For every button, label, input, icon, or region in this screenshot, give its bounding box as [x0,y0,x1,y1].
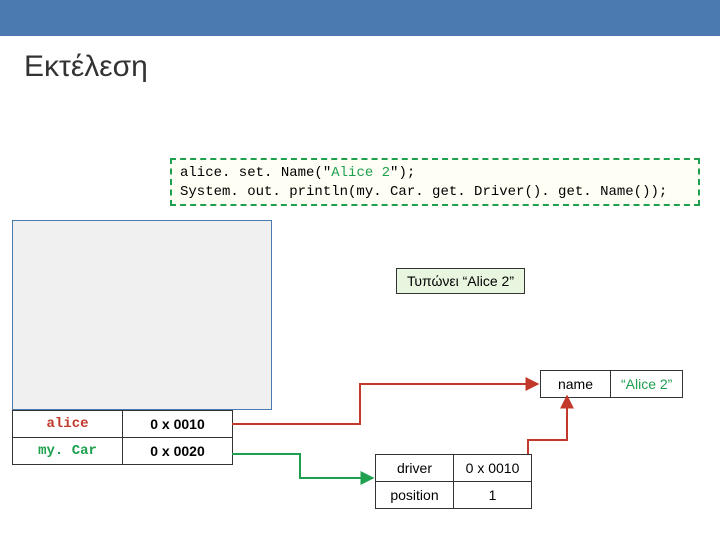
code-line-1b: "); [390,165,415,181]
code-line-2: System. out. println(my. Car. get. Drive… [180,184,667,200]
var-addr-mycar: 0 x 0020 [123,438,233,465]
name-object-table: name “Alice 2” [540,370,683,398]
arrow-driver-to-name [528,396,567,454]
code-string-literal: Alice 2 [331,165,390,181]
name-field-label: name [541,371,611,398]
position-field-value: 1 [454,482,532,509]
arrow-mycar-to-object [232,454,373,478]
variable-table: alice 0 x 0010 my. Car 0 x 0020 [12,410,233,465]
var-addr-alice: 0 x 0010 [123,411,233,438]
top-bar [0,0,720,36]
code-line-1a: alice. set. Name(" [180,165,331,181]
var-name-alice: alice [13,411,123,438]
table-row: my. Car 0 x 0020 [13,438,233,465]
arrow-alice-to-name [232,384,538,424]
driver-field-value: 0 x 0010 [454,455,532,482]
table-row: name “Alice 2” [541,371,683,398]
position-field-label: position [376,482,454,509]
print-output-label: Τυπώνει “Alice 2” [396,268,525,294]
name-field-value: “Alice 2” [611,371,683,398]
driver-field-label: driver [376,455,454,482]
var-name-mycar: my. Car [13,438,123,465]
table-row: driver 0 x 0010 [376,455,532,482]
table-row: alice 0 x 0010 [13,411,233,438]
page-title: Εκτέλεση [0,36,720,84]
car-object-table: driver 0 x 0010 position 1 [375,454,532,509]
code-snippet: alice. set. Name("Alice 2"); System. out… [170,158,700,206]
table-row: position 1 [376,482,532,509]
stack-frame-box [12,220,272,410]
